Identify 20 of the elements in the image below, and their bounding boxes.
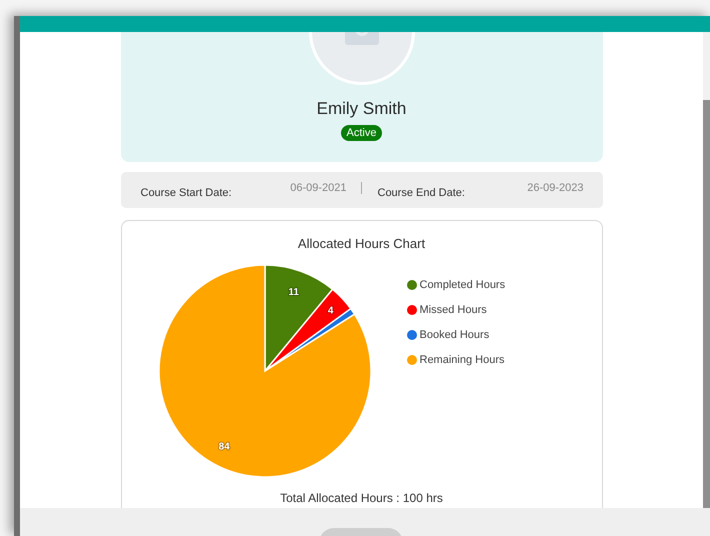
scrollbar[interactable] — [703, 32, 710, 508]
legend-label: Booked Hours — [420, 329, 490, 341]
legend-dot — [406, 330, 416, 340]
slice-value-label: 4 — [327, 305, 333, 316]
date-value: 26-09-2023 — [527, 182, 584, 194]
date-label: Course Start Date: — [140, 187, 232, 199]
slice-value-label: 84 — [218, 441, 230, 452]
legend-label: Missed Hours — [420, 304, 487, 316]
legend-label: Remaining Hours — [420, 354, 504, 366]
status-badge: Active — [340, 125, 382, 141]
profile-name: Emily Smith — [316, 99, 406, 119]
legend-dot — [406, 355, 416, 365]
total-hours-text: Total Allocated Hours : 100 hrs — [280, 491, 443, 505]
date-value: 06-09-2021 — [290, 182, 346, 194]
legend-dot — [406, 305, 416, 315]
legend-dot — [406, 280, 416, 290]
date-label: Course End Date: — [378, 187, 465, 199]
chart-title: Allocated Hours Chart — [298, 236, 426, 251]
legend-label: Completed Hours — [420, 279, 506, 291]
slice-value-label: 11 — [288, 287, 299, 298]
